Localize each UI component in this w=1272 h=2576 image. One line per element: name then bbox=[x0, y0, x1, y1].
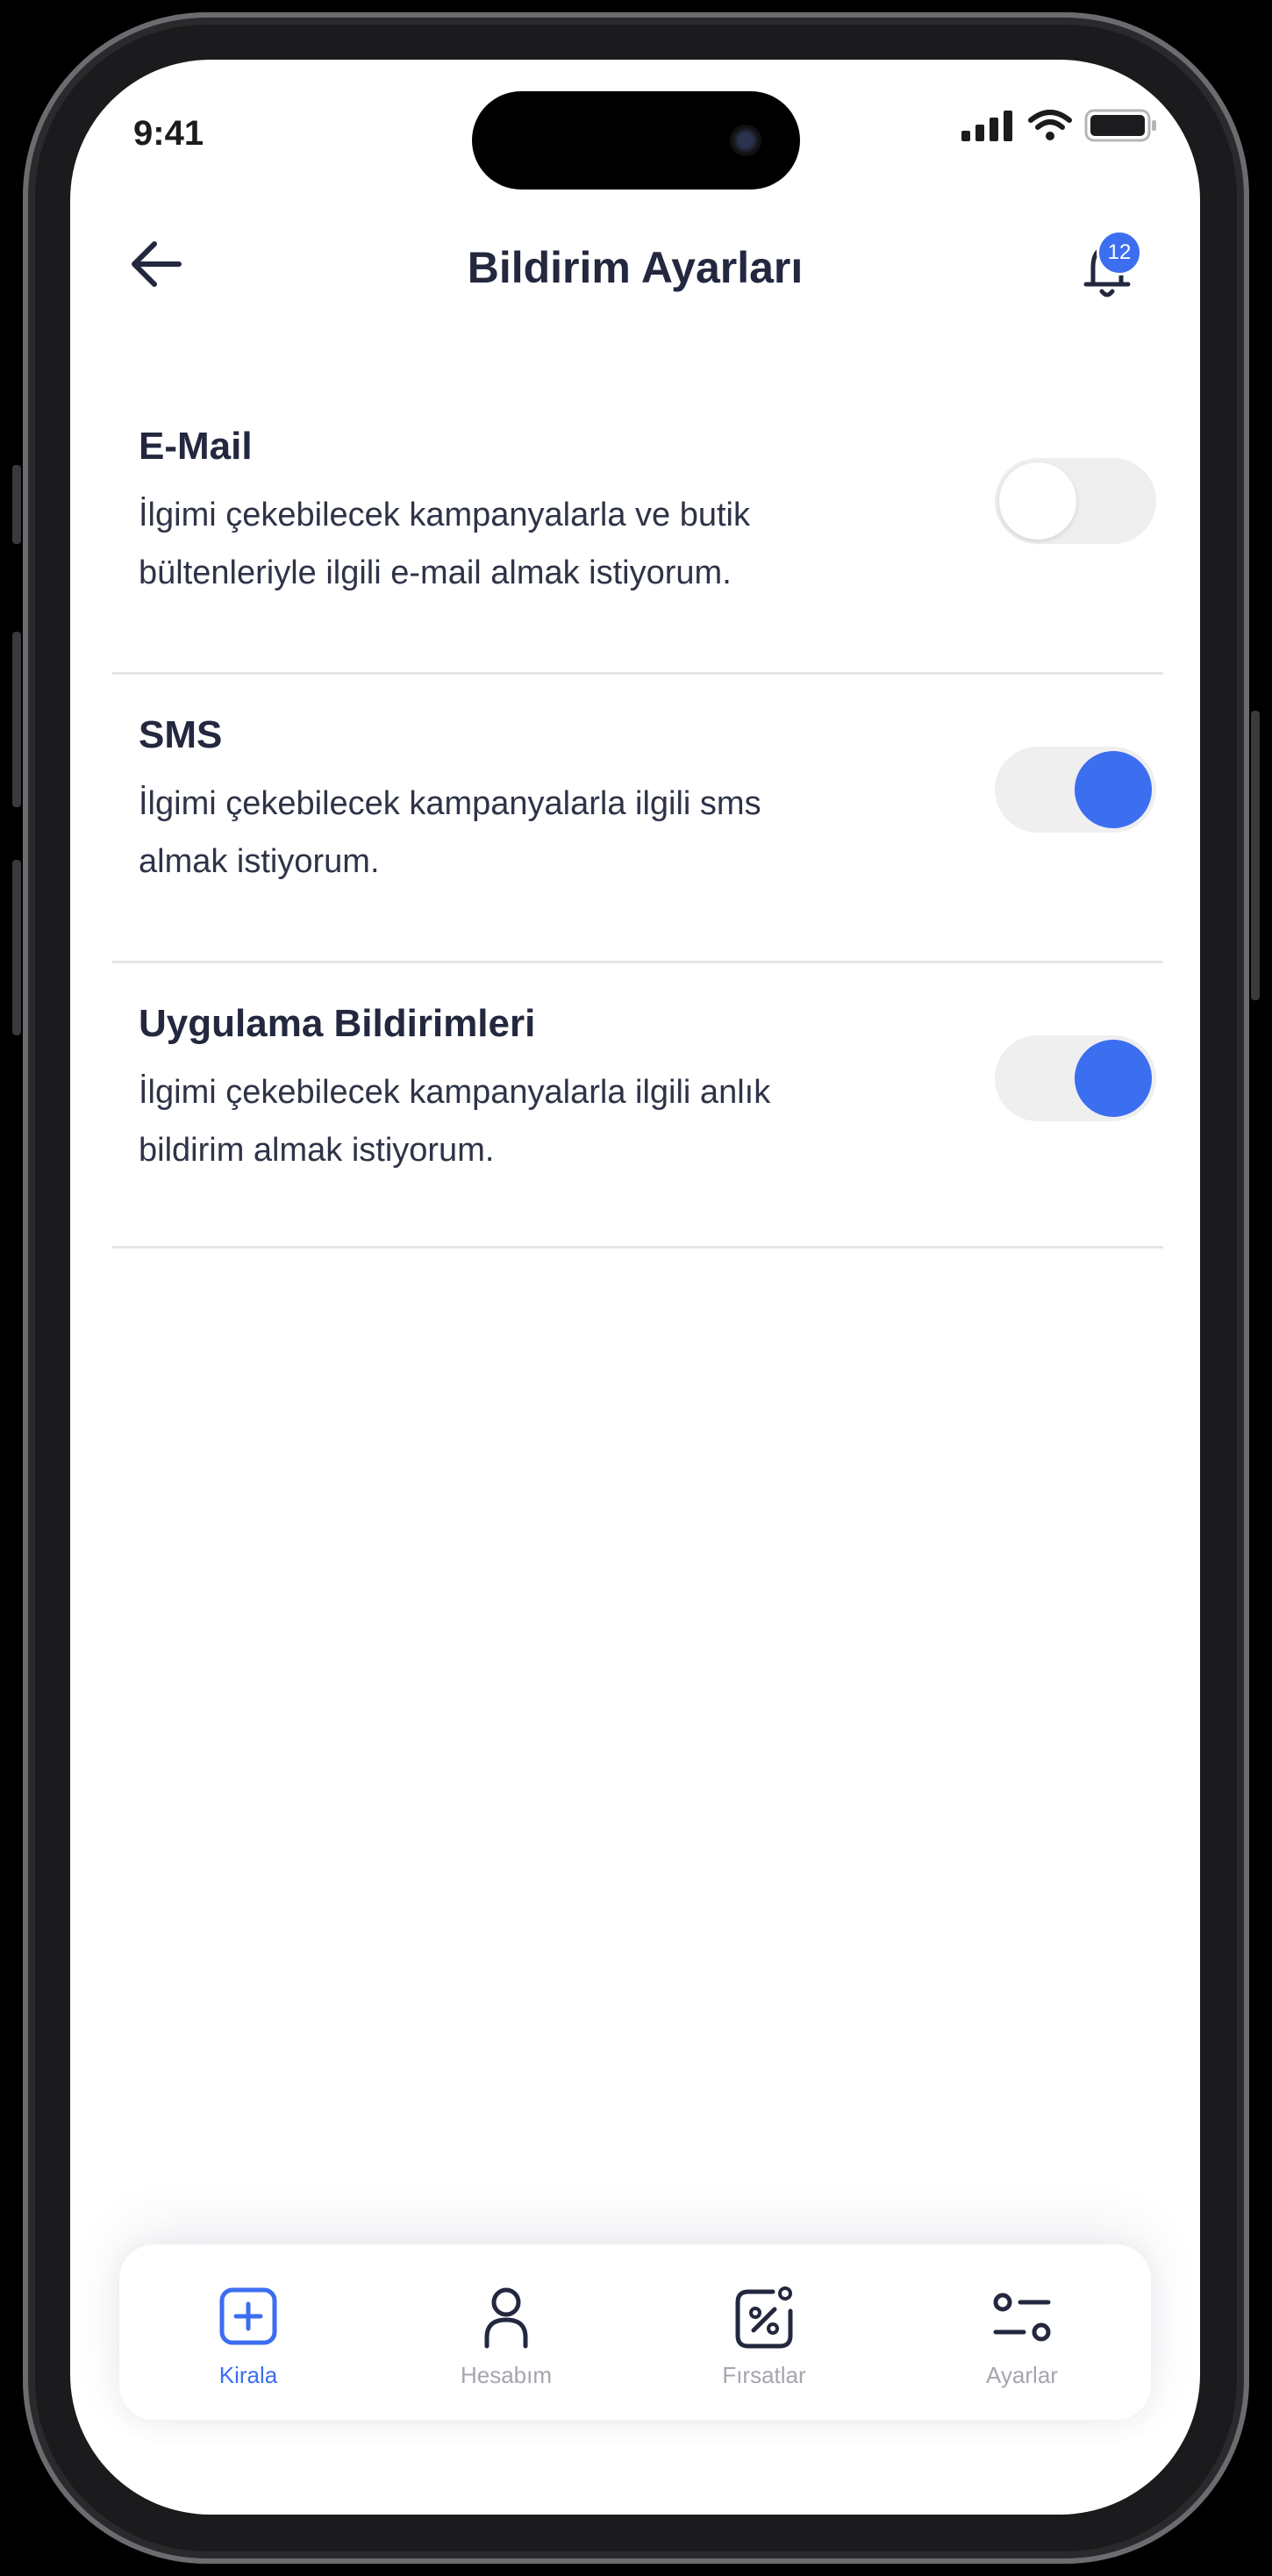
setting-item-app-notifications: Uygulama Bildirimleri İlgimi çekebilecek… bbox=[112, 963, 1163, 1249]
notifications-button[interactable]: 12 bbox=[1075, 230, 1146, 300]
power-button bbox=[1251, 711, 1260, 1000]
plus-square-icon bbox=[219, 2287, 277, 2345]
signal-icon bbox=[961, 111, 1012, 141]
volume-up-button bbox=[12, 632, 21, 807]
battery-icon bbox=[1084, 109, 1156, 142]
screen: 9:41 Bildirim Ayarları 12 E-Mail İlgimi … bbox=[70, 60, 1200, 2515]
tab-kirala[interactable]: Kirala bbox=[119, 2244, 377, 2420]
status-icons bbox=[961, 109, 1158, 142]
tab-ayarlar[interactable]: Ayarlar bbox=[893, 2244, 1151, 2420]
settings-list: E-Mail İlgimi çekebilecek kampanyalarla … bbox=[112, 386, 1163, 1249]
tab-label: Hesabım bbox=[460, 2362, 553, 2388]
notification-badge: 12 bbox=[1097, 230, 1142, 275]
toggle-knob bbox=[1075, 1040, 1152, 1117]
page-title: Bildirim Ayarları bbox=[467, 243, 804, 292]
tab-bar: Kirala Hesabım Fırsatlar Ayarlar bbox=[119, 2244, 1151, 2420]
action-button bbox=[12, 465, 21, 544]
tab-label: Kirala bbox=[218, 2362, 278, 2388]
navigation-bar: Bildirim Ayarları 12 bbox=[70, 207, 1200, 321]
settings-sliders-icon bbox=[993, 2293, 1051, 2342]
setting-description: İlgimi çekebilecek kampanyalarla ve buti… bbox=[139, 497, 750, 591]
camera-icon bbox=[730, 125, 761, 156]
user-icon bbox=[484, 2287, 528, 2349]
sms-toggle[interactable] bbox=[995, 747, 1156, 833]
email-toggle[interactable] bbox=[995, 458, 1156, 544]
tab-hesabim[interactable]: Hesabım bbox=[377, 2244, 635, 2420]
setting-description: İlgimi çekebilecek kampanyalarla ilgili … bbox=[139, 1074, 771, 1169]
setting-title: E-Mail bbox=[139, 425, 253, 468]
toggle-knob bbox=[1075, 751, 1152, 828]
wifi-icon bbox=[1028, 110, 1072, 140]
toggle-knob bbox=[999, 462, 1076, 540]
tab-label: Ayarlar bbox=[986, 2362, 1058, 2388]
setting-item-email: E-Mail İlgimi çekebilecek kampanyalarla … bbox=[112, 386, 1163, 675]
setting-title: SMS bbox=[139, 713, 223, 756]
setting-description: İlgimi çekebilecek kampanyalarla ilgili … bbox=[139, 785, 761, 880]
setting-title: Uygulama Bildirimleri bbox=[139, 1002, 536, 1045]
tab-firsatlar[interactable]: Fırsatlar bbox=[635, 2244, 893, 2420]
discount-icon bbox=[735, 2286, 793, 2349]
app-notifications-toggle[interactable] bbox=[995, 1035, 1156, 1121]
volume-down-button bbox=[12, 860, 21, 1035]
tab-label: Fırsatlar bbox=[722, 2362, 806, 2388]
setting-item-sms: SMS İlgimi çekebilecek kampanyalarla ilg… bbox=[112, 675, 1163, 963]
status-time: 9:41 bbox=[133, 114, 204, 153]
